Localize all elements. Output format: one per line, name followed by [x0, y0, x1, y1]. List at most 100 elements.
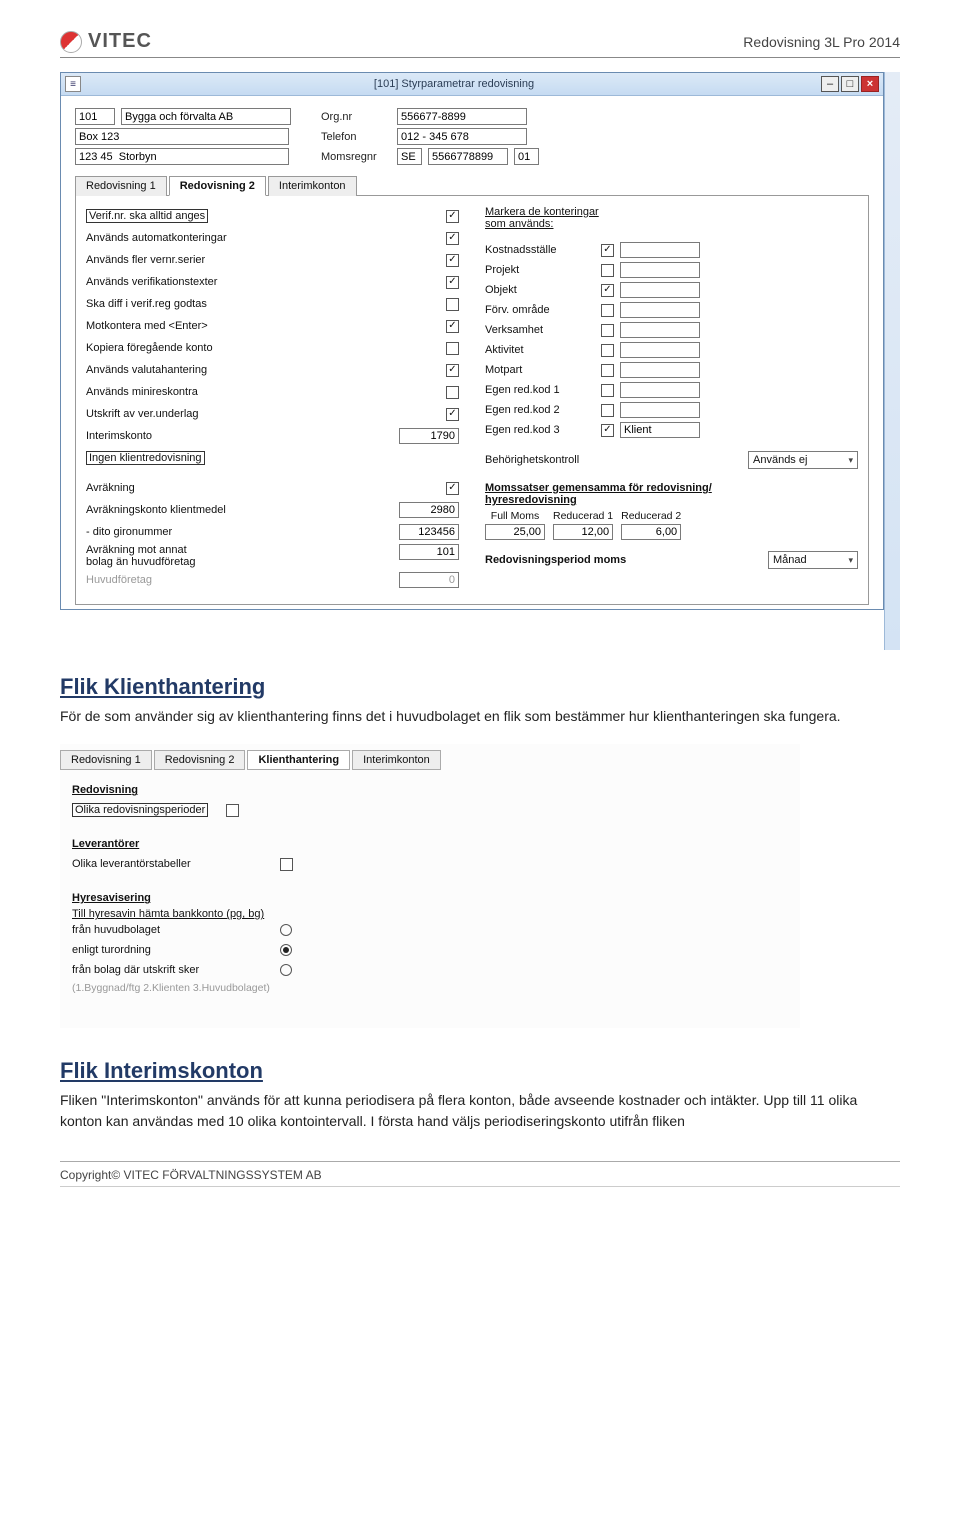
kontering-input[interactable]: [620, 282, 700, 298]
tab-klienthantering[interactable]: Klienthantering: [247, 750, 350, 770]
avrkonto-input[interactable]: [399, 502, 459, 518]
kontering-input[interactable]: [620, 382, 700, 398]
document-title: Redovisning 3L Pro 2014: [743, 34, 900, 50]
kontering-checkbox[interactable]: [601, 384, 614, 397]
moms-col-label: Reducerad 2: [621, 510, 681, 522]
page-footer: Copyright© VITEC FÖRVALTNINGSSYSTEM AB: [60, 1161, 900, 1187]
checkbox[interactable]: [280, 858, 293, 871]
option-label: Används verifikationstexter: [86, 276, 440, 288]
tab-redovisning-2[interactable]: Redovisning 2: [169, 176, 266, 196]
kontering-checkbox[interactable]: [601, 344, 614, 357]
window-scrollbar[interactable]: [884, 72, 900, 650]
kontering-checkbox[interactable]: [601, 264, 614, 277]
avrann-input[interactable]: [399, 544, 459, 560]
avrakning-checkbox[interactable]: [446, 482, 459, 495]
kontering-label: Projekt: [485, 264, 595, 276]
window-document-icon: ≡: [65, 76, 81, 92]
orgnr-input[interactable]: [397, 108, 527, 125]
kontering-input[interactable]: [620, 422, 700, 438]
orgnr-label: Org.nr: [321, 111, 391, 123]
checkbox[interactable]: [446, 298, 459, 311]
heading-klienthantering: Flik Klienthantering: [60, 674, 900, 700]
window-close-button[interactable]: ×: [861, 76, 879, 92]
moms-value-input[interactable]: [553, 524, 613, 540]
kontering-label: Objekt: [485, 284, 595, 296]
telefon-label: Telefon: [321, 131, 391, 143]
momsreg-suffix-input[interactable]: [514, 148, 539, 165]
interimskonto-input[interactable]: [399, 428, 459, 444]
footer-sc1: ITEC: [132, 1168, 159, 1182]
radio[interactable]: [280, 944, 292, 956]
kontering-input[interactable]: [620, 302, 700, 318]
klientredovisning-field[interactable]: Ingen klientredovisning: [86, 451, 205, 465]
window-minimize-button[interactable]: –: [821, 76, 839, 92]
telefon-input[interactable]: [397, 128, 527, 145]
option-label: Används automatkonteringar: [86, 232, 440, 244]
checkbox[interactable]: [446, 320, 459, 333]
checkbox[interactable]: [446, 386, 459, 399]
kontering-label: Förv. område: [485, 304, 595, 316]
tab-interimkonton[interactable]: Interimkonton: [268, 176, 357, 196]
window-maximize-button[interactable]: □: [841, 76, 859, 92]
kontering-input[interactable]: [620, 362, 700, 378]
kontering-checkbox[interactable]: [601, 324, 614, 337]
logo-mark-icon: [60, 31, 82, 53]
window-titlebar: ≡ [101] Styrparametrar redovisning – □ ×: [61, 73, 883, 96]
company-header-fields: Org.nr Telefon Momsregnr: [75, 108, 869, 165]
giro-input[interactable]: [399, 524, 459, 540]
panel-klienthantering: Redovisning 1Redovisning 2Klienthanterin…: [60, 744, 800, 1028]
tabs-row-2: Redovisning 1Redovisning 2Klienthanterin…: [60, 750, 800, 770]
right-column: Markera de konteringarsom används: Kostn…: [485, 206, 858, 590]
redovperiod-select[interactable]: Månad ▾: [768, 551, 858, 569]
radio[interactable]: [280, 924, 292, 936]
checkbox[interactable]: [446, 364, 459, 377]
kontering-checkbox[interactable]: [601, 424, 614, 437]
group-title: Leverantörer: [72, 838, 788, 850]
tab-interimkonton[interactable]: Interimkonton: [352, 750, 441, 770]
kontering-label: Kostnadsställe: [485, 244, 595, 256]
checkbox[interactable]: [446, 342, 459, 355]
kontering-label: Egen red.kod 1: [485, 384, 595, 396]
behorighet-select[interactable]: Används ej ▾: [748, 451, 858, 469]
moms-value-input[interactable]: [621, 524, 681, 540]
kontering-input[interactable]: [620, 322, 700, 338]
company-address1-input[interactable]: [75, 128, 289, 145]
avrann-label: Avräkning mot annat bolag än huvudföreta…: [86, 544, 393, 568]
kontering-label: Motpart: [485, 364, 595, 376]
paragraph-klienthantering: För de som använder sig av klienthanteri…: [60, 706, 860, 726]
tab-redovisning-2[interactable]: Redovisning 2: [154, 750, 246, 770]
kontering-label: Egen red.kod 2: [485, 404, 595, 416]
behorighet-value: Används ej: [753, 454, 807, 466]
option-label: Används valutahantering: [86, 364, 440, 376]
radio[interactable]: [280, 964, 292, 976]
tabs-row: Redovisning 1Redovisning 2Interimkonton: [75, 175, 869, 196]
checkbox[interactable]: [446, 210, 459, 223]
chevron-down-icon: ▾: [848, 555, 853, 566]
company-address2-input[interactable]: [75, 148, 289, 165]
momsreg-input[interactable]: [428, 148, 508, 165]
kontering-checkbox[interactable]: [601, 364, 614, 377]
company-name-input[interactable]: [121, 108, 291, 125]
checkbox[interactable]: [446, 408, 459, 421]
group-title: Hyresavisering: [72, 892, 788, 904]
redovperiod-label: Redovisningsperiod moms: [485, 554, 626, 566]
checkbox[interactable]: [446, 232, 459, 245]
checkbox[interactable]: [446, 276, 459, 289]
checkbox[interactable]: [226, 804, 239, 817]
tab-redovisning-1[interactable]: Redovisning 1: [60, 750, 152, 770]
company-code-input[interactable]: [75, 108, 115, 125]
kontering-input[interactable]: [620, 342, 700, 358]
moms-value-input[interactable]: [485, 524, 545, 540]
checkbox[interactable]: [446, 254, 459, 267]
kontering-input[interactable]: [620, 242, 700, 258]
option-label: Olika redovisningsperioder: [72, 803, 208, 817]
tab-redovisning-1[interactable]: Redovisning 1: [75, 176, 167, 196]
momsreg-prefix-input[interactable]: [397, 148, 422, 165]
kontering-input[interactable]: [620, 262, 700, 278]
kontering-checkbox[interactable]: [601, 304, 614, 317]
kontering-label: Verksamhet: [485, 324, 595, 336]
kontering-checkbox[interactable]: [601, 284, 614, 297]
kontering-input[interactable]: [620, 402, 700, 418]
kontering-checkbox[interactable]: [601, 404, 614, 417]
kontering-checkbox[interactable]: [601, 244, 614, 257]
